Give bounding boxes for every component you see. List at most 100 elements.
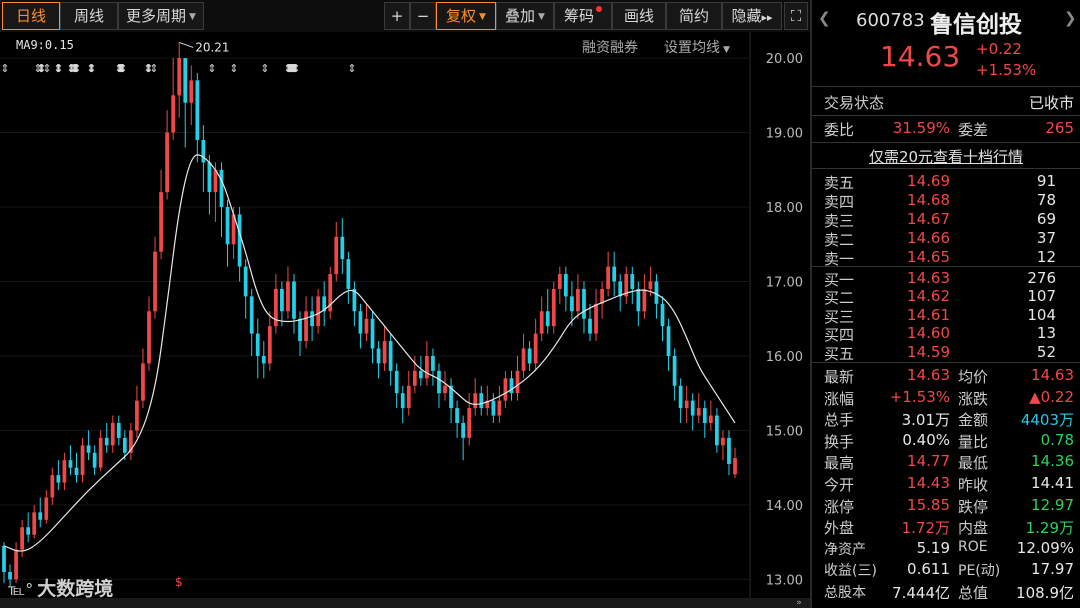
more-period-dropdown[interactable]: 更多周期 ▼ <box>118 2 204 30</box>
candle-body[interactable] <box>26 527 31 535</box>
event-marker[interactable]: ⇕ <box>0 62 9 75</box>
candle-body[interactable] <box>147 311 151 364</box>
fullscreen-button[interactable]: ⛶ <box>784 2 808 30</box>
candle-body[interactable] <box>400 393 405 409</box>
event-marker[interactable]: ⇕ <box>54 62 63 75</box>
event-marker[interactable]: ⇕ <box>42 62 51 75</box>
candle-body[interactable] <box>606 266 611 289</box>
candle-body[interactable] <box>135 400 139 431</box>
candle-body[interactable] <box>406 385 411 409</box>
scroll-right-icon[interactable]: » <box>790 598 808 608</box>
candle-body[interactable] <box>364 318 369 334</box>
candle-body[interactable] <box>189 80 194 103</box>
candle-body[interactable] <box>304 311 308 342</box>
candle-body[interactable] <box>280 288 284 312</box>
candle-body[interactable] <box>38 512 43 520</box>
zoom-in-button[interactable]: + <box>384 2 410 30</box>
candle-body[interactable] <box>346 259 351 289</box>
candle-body[interactable] <box>237 214 242 267</box>
candle-body[interactable] <box>721 437 725 446</box>
candle-body[interactable] <box>201 139 206 163</box>
candle-body[interactable] <box>467 408 472 438</box>
candle-body[interactable] <box>702 408 707 423</box>
candle-body[interactable] <box>165 132 169 193</box>
candle-body[interactable] <box>80 445 85 476</box>
candle-body[interactable] <box>648 281 653 289</box>
candle-body[interactable] <box>660 303 665 327</box>
event-marker[interactable]: ⇕ <box>229 62 238 75</box>
candle-body[interactable] <box>110 422 115 446</box>
candle-body[interactable] <box>461 422 466 438</box>
candle-body[interactable] <box>431 355 435 371</box>
candle-body[interactable] <box>310 311 314 327</box>
candle-body[interactable] <box>267 326 272 364</box>
candle-body[interactable] <box>286 281 290 312</box>
candle-body[interactable] <box>298 318 302 342</box>
event-marker[interactable]: ⇕ <box>207 62 216 75</box>
candle-body[interactable] <box>636 288 641 312</box>
chart-scrollbar[interactable] <box>0 598 810 608</box>
event-marker[interactable]: ⇕ <box>72 62 81 75</box>
candle-body[interactable] <box>340 236 345 260</box>
orderbook-price[interactable]: 14.63 <box>894 269 950 287</box>
candle-body[interactable] <box>521 348 526 371</box>
candle-body[interactable] <box>473 393 478 409</box>
ma-settings-dropdown[interactable]: 设置均线 ▼ <box>664 37 730 57</box>
candle-body[interactable] <box>727 437 731 464</box>
candle-body[interactable] <box>418 370 423 379</box>
candle-body[interactable] <box>576 288 580 312</box>
event-marker[interactable]: ⇕ <box>260 62 269 75</box>
candle-body[interactable] <box>666 326 671 356</box>
candle-body[interactable] <box>141 363 145 401</box>
candle-body[interactable] <box>696 408 701 416</box>
orderbook-price[interactable]: 14.60 <box>894 324 950 342</box>
candle-body[interactable] <box>382 341 387 364</box>
candle-body[interactable] <box>715 415 719 446</box>
candle-body[interactable] <box>171 95 176 133</box>
candle-body[interactable] <box>684 400 689 409</box>
candle-body[interactable] <box>503 378 508 401</box>
candle-body[interactable] <box>376 348 381 364</box>
candle-body[interactable] <box>68 460 73 468</box>
tab-weekly[interactable]: 周线 <box>60 2 118 30</box>
zoom-out-button[interactable]: − <box>410 2 436 30</box>
candle-body[interactable] <box>104 437 109 446</box>
candle-body[interactable] <box>582 288 586 319</box>
candle-body[interactable] <box>261 355 266 364</box>
kline-chart[interactable]: ⇕ ⇕ ⇕ ⇕ ⇕ ⇕ ⇕ ⇕ ⇕ ⇕ ⇕ ⇕ ⇕ ⇕ ⇕ ⇕ ⇕ ⇕ ⇕ ⇕ ⇕ ⇕ ⇕ ⇕ ⇕ ⇕ ⇕ ⇕ ⇕ ⇕ ⇕ ⇕ ⇕ ⇕ ⇕ ⇕ 20.… <box>0 32 810 598</box>
candle-body[interactable] <box>588 318 592 334</box>
candle-body[interactable] <box>515 370 520 394</box>
event-marker[interactable]: ⇕ <box>87 62 96 75</box>
candle-body[interactable] <box>86 445 91 453</box>
orderbook-price[interactable]: 14.62 <box>894 287 950 305</box>
candle-body[interactable] <box>183 58 188 103</box>
candle-body[interactable] <box>358 311 363 334</box>
candle-body[interactable] <box>533 333 538 364</box>
candle-body[interactable] <box>207 162 212 193</box>
candle-body[interactable] <box>642 288 647 312</box>
candle-body[interactable] <box>654 281 659 304</box>
candle-body[interactable] <box>539 311 544 334</box>
candle-body[interactable] <box>412 370 417 386</box>
candle-body[interactable] <box>527 348 532 364</box>
candle-body[interactable] <box>249 296 254 334</box>
candle-body[interactable] <box>491 400 496 416</box>
candle-body[interactable] <box>2 545 6 572</box>
candle-body[interactable] <box>20 527 24 550</box>
candle-body[interactable] <box>479 393 484 409</box>
candle-body[interactable] <box>243 266 248 297</box>
candle-body[interactable] <box>225 207 230 245</box>
candle-body[interactable] <box>630 274 635 289</box>
event-marker[interactable]: ⇕ <box>347 62 356 75</box>
orderbook-price[interactable]: 14.67 <box>894 210 950 228</box>
candle-body[interactable] <box>388 341 393 371</box>
orderbook-price[interactable]: 14.68 <box>894 191 950 209</box>
candle-body[interactable] <box>455 408 459 423</box>
candle-body[interactable] <box>690 400 695 416</box>
candle-body[interactable] <box>443 385 447 394</box>
candle-body[interactable] <box>370 318 375 349</box>
candle-body[interactable] <box>425 355 429 379</box>
candle-body[interactable] <box>219 169 224 208</box>
candle-body[interactable] <box>672 355 677 386</box>
back-arrow-icon[interactable]: ❮ <box>818 9 831 27</box>
